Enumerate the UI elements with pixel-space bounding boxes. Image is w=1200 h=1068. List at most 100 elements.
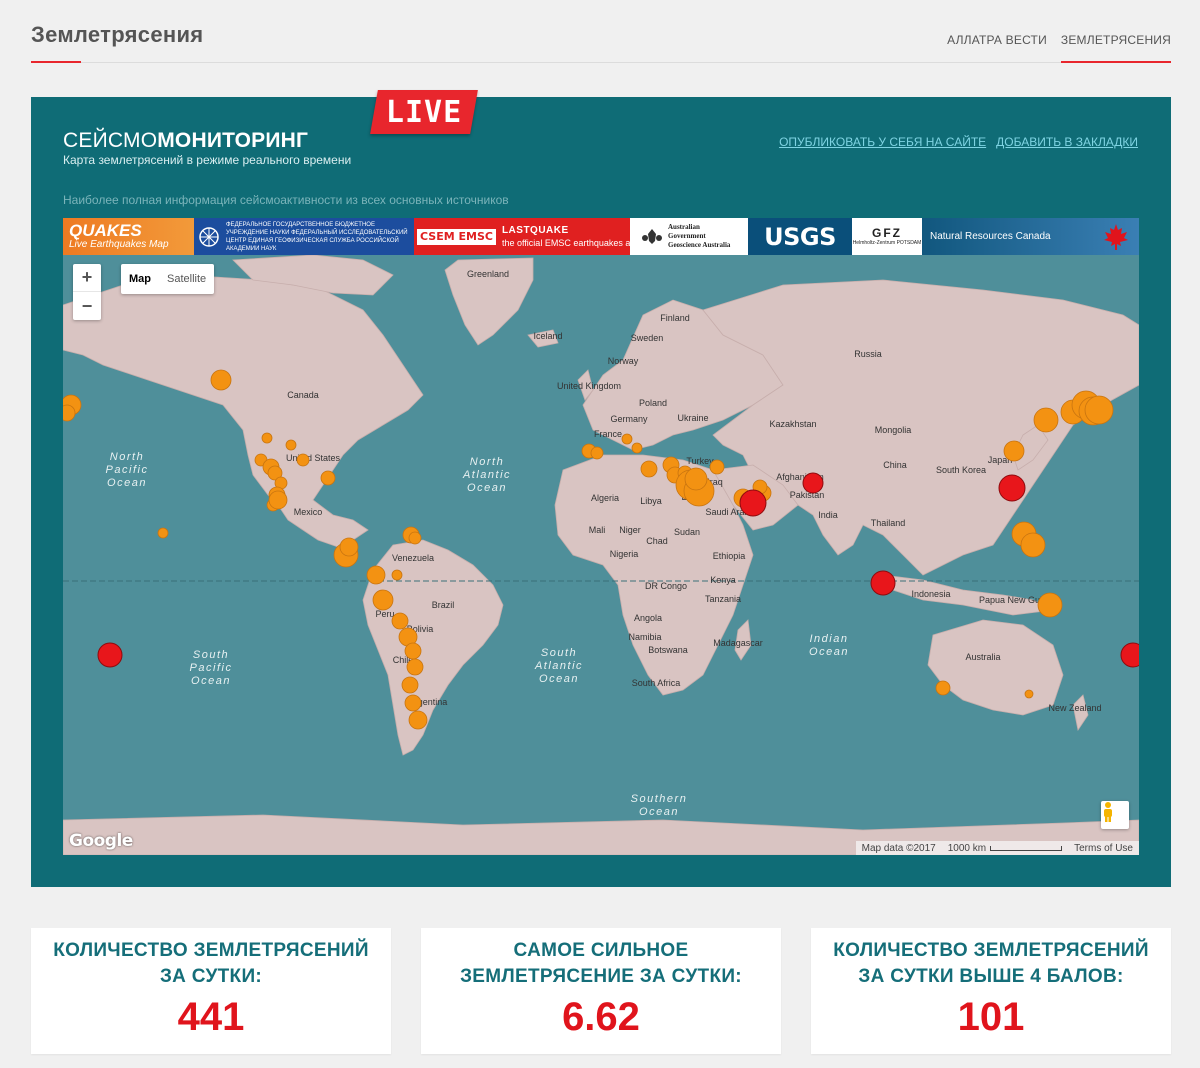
quake-marker[interactable] xyxy=(1020,532,1046,558)
emsc-logo-badge: CSEM EMSC xyxy=(417,228,496,245)
quake-marker[interactable] xyxy=(157,527,169,539)
map-attribution: Map data ©2017 1000 km Terms of Use xyxy=(855,841,1139,855)
map-label-southern-ocean: Southern Ocean xyxy=(631,793,688,818)
quake-marker[interactable] xyxy=(935,680,951,696)
usgs-text: USGS xyxy=(764,222,836,251)
map-label-ethiopia: Ethiopia xyxy=(713,551,746,561)
quake-marker[interactable] xyxy=(631,442,643,454)
map-type-map-button[interactable]: Map xyxy=(121,264,159,294)
quake-marker[interactable] xyxy=(709,459,725,475)
world-map-canvas[interactable]: Greenland Iceland Finland Sweden Norway Unite… xyxy=(63,255,1139,855)
quake-marker[interactable] xyxy=(401,676,419,694)
nav-item-allatra-vesti[interactable]: АЛЛАТРА ВЕСТИ xyxy=(947,33,1047,61)
map-label-thailand: Thailand xyxy=(871,518,906,528)
quake-marker[interactable] xyxy=(285,439,297,451)
zoom-in-button[interactable]: + xyxy=(73,264,101,292)
source-usgs-logo[interactable]: USGS xyxy=(748,218,852,255)
map-label-turkey: Turkey xyxy=(686,456,714,466)
quake-marker[interactable] xyxy=(366,565,386,585)
quake-marker-major[interactable] xyxy=(97,642,123,668)
quake-marker[interactable] xyxy=(391,612,409,630)
street-view-pegman[interactable] xyxy=(1101,801,1129,829)
source-gs-ras-logo[interactable]: ФЕДЕРАЛЬНОЕ ГОСУДАРСТВЕННОЕ БЮДЖЕТНОЕ УЧ… xyxy=(194,218,414,255)
map-label-germany: Germany xyxy=(610,414,648,424)
map-data-attribution[interactable]: Map data ©2017 xyxy=(862,843,936,854)
quake-marker[interactable] xyxy=(1024,689,1034,699)
quake-marker-major[interactable] xyxy=(870,570,896,596)
quake-marker[interactable] xyxy=(63,404,76,422)
map-label-united-kingdom: United Kingdom xyxy=(557,381,621,391)
map-label-sweden: Sweden xyxy=(631,333,664,343)
map-label-tanzania: Tanzania xyxy=(705,594,741,604)
quake-marker[interactable] xyxy=(640,460,658,478)
google-logo[interactable]: Google xyxy=(69,831,133,851)
map-scale[interactable]: 1000 km xyxy=(948,843,1063,854)
stat-label-strongest: САМОЕ СИЛЬНОЕ ЗЕМЛЕТРЯСЕНИЕ ЗА СУТКИ: xyxy=(460,940,742,987)
quake-marker[interactable] xyxy=(1037,592,1063,618)
quake-marker[interactable] xyxy=(1084,395,1114,425)
land-australia xyxy=(927,619,1064,716)
quake-marker[interactable] xyxy=(391,569,403,581)
quake-marker-major[interactable] xyxy=(802,472,824,494)
map-label-france: France xyxy=(594,429,622,439)
add-bookmark-link[interactable]: ДОБАВИТЬ В ЗАКЛАДКИ xyxy=(996,135,1138,149)
zoom-controls: + − xyxy=(73,264,101,320)
gfz-subtext: Helmholtz-Zentrum POTSDAM xyxy=(852,240,922,246)
quake-marker[interactable] xyxy=(406,658,424,676)
map-label-south-korea: South Korea xyxy=(936,465,986,475)
map-label-india: India xyxy=(818,510,838,520)
quake-marker[interactable] xyxy=(590,446,604,460)
map-label-iceland: Iceland xyxy=(533,331,562,341)
quake-marker[interactable] xyxy=(408,531,422,545)
quake-marker[interactable] xyxy=(261,432,273,444)
scale-bar xyxy=(990,845,1063,851)
quake-marker[interactable] xyxy=(408,710,428,730)
map-label-poland: Poland xyxy=(639,398,667,408)
quake-marker[interactable] xyxy=(210,369,232,391)
map-type-satellite-button[interactable]: Satellite xyxy=(159,264,214,294)
quake-marker-major[interactable] xyxy=(998,474,1026,502)
terms-of-use-link[interactable]: Terms of Use xyxy=(1074,843,1133,854)
quake-marker-major[interactable] xyxy=(739,489,767,517)
stat-value-above-4: 101 xyxy=(957,995,1025,1039)
publish-on-site-link[interactable]: ОПУБЛИКОВАТЬ У СЕБЯ НА САЙТЕ xyxy=(779,135,986,149)
quake-marker[interactable] xyxy=(296,453,310,467)
zoom-out-button[interactable]: − xyxy=(73,292,101,320)
source-quakes-logo[interactable]: QUAKES Live Earthquakes Map xyxy=(63,218,194,255)
quake-marker[interactable] xyxy=(1003,440,1025,462)
nav-item-earthquakes[interactable]: ЗЕМЛЕТРЯСЕНИЯ xyxy=(1060,33,1171,63)
map-label-indonesia: Indonesia xyxy=(911,589,950,599)
map-label-sudan: Sudan xyxy=(674,527,700,537)
quake-marker[interactable] xyxy=(268,490,288,510)
quake-marker[interactable] xyxy=(404,694,422,712)
gfz-text: GFZ xyxy=(872,226,902,240)
source-geoscience-australia-logo[interactable]: Australian Government Geoscience Austral… xyxy=(630,218,748,255)
map-label-nigeria: Nigeria xyxy=(610,549,639,559)
quakes-title: QUAKES xyxy=(69,221,142,240)
source-nrcan-logo[interactable]: Natural Resources Canada xyxy=(922,218,1139,255)
map-label-canada: Canada xyxy=(287,390,319,400)
widget-note: Наиболее полная информация сейсмоактивно… xyxy=(63,193,509,207)
map-type-control: Map Satellite xyxy=(121,264,215,294)
quake-marker[interactable] xyxy=(621,433,633,445)
quake-marker[interactable] xyxy=(684,467,708,491)
map-label-peru: Peru xyxy=(375,609,394,619)
quake-marker[interactable] xyxy=(404,642,422,660)
brand-bold: МОНИТОРИНГ xyxy=(157,129,309,152)
source-gfz-logo[interactable]: GFZ Helmholtz-Zentrum POTSDAM xyxy=(852,218,922,255)
earthquake-map[interactable]: Greenland Iceland Finland Sweden Norway Unite… xyxy=(63,255,1139,855)
quake-marker[interactable] xyxy=(372,589,394,611)
quake-marker[interactable] xyxy=(320,470,336,486)
quake-marker[interactable] xyxy=(1033,407,1059,433)
live-label: LIVE xyxy=(385,94,463,130)
map-label-mongolia: Mongolia xyxy=(875,425,912,435)
quake-marker[interactable] xyxy=(339,537,359,557)
quake-marker-major[interactable] xyxy=(1120,642,1139,668)
map-label-madagascar: Madagascar xyxy=(713,638,763,648)
source-emsc-logo[interactable]: CSEM EMSC LASTQUAKE the official EMSC ea… xyxy=(414,218,630,255)
seismo-monitor-widget: LIVE СЕЙСМОМОНИТОРИНГ Карта землетрясени… xyxy=(31,90,1171,887)
map-label-libya: Libya xyxy=(640,496,662,506)
stats-row: КОЛИЧЕСТВО ЗЕМЛЕТРЯСЕНИЙ ЗА СУТКИ: 441 С… xyxy=(31,928,1171,1054)
lastquake-title: LASTQUAKE xyxy=(501,225,569,236)
geoscience-australia-text: Australian Government Geoscience Austral… xyxy=(668,223,731,249)
